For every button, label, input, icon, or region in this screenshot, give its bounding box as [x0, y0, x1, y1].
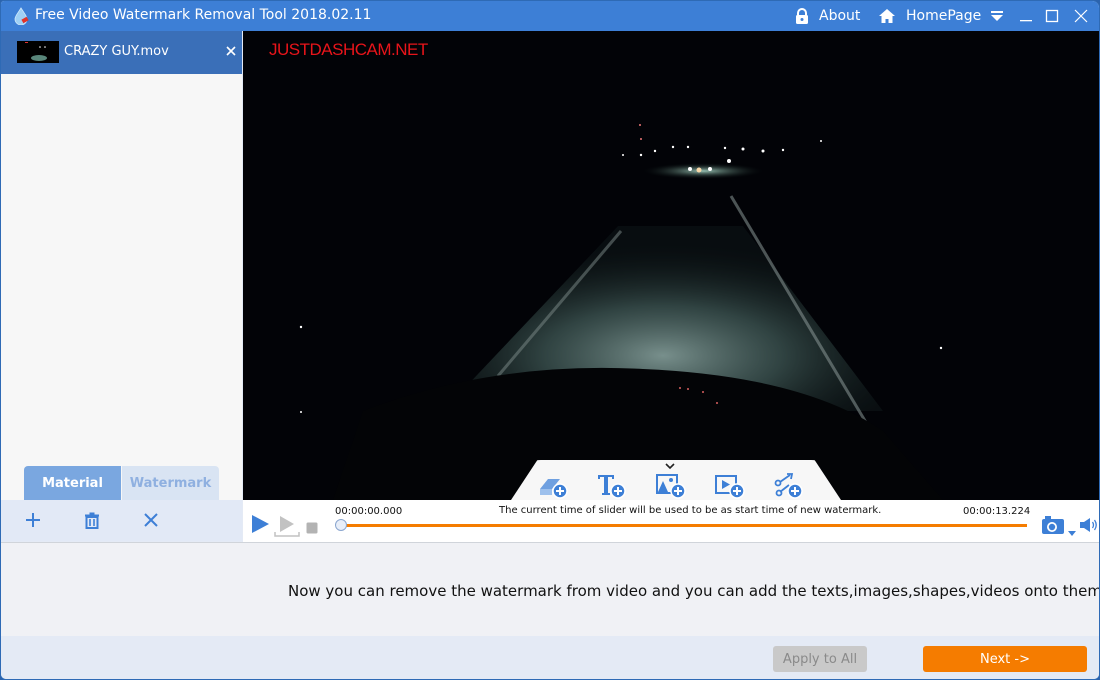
file-list-item[interactable]: CRAZY GUY.mov — [1, 31, 242, 74]
homepage-label: HomePage — [906, 8, 982, 24]
dropdown-menu-icon — [991, 11, 1003, 21]
slider-hint: The current time of slider will be used … — [499, 505, 882, 516]
apply-to-all-button[interactable]: Apply to All — [773, 646, 867, 672]
stop-icon — [306, 522, 318, 534]
video-frame — [243, 31, 1099, 500]
video-add-icon — [715, 475, 745, 499]
clear-files-button[interactable] — [141, 510, 161, 530]
add-video-tool[interactable] — [715, 471, 745, 499]
close-window-button[interactable] — [1071, 6, 1091, 26]
maximize-icon — [1045, 9, 1059, 23]
maximize-button[interactable] — [1042, 6, 1062, 26]
add-text-tool[interactable] — [597, 471, 627, 499]
minimize-button[interactable] — [1016, 6, 1036, 26]
about-button[interactable]: About — [795, 1, 860, 31]
homepage-button[interactable]: HomePage — [878, 1, 981, 31]
video-thumbnail — [17, 41, 59, 63]
title-bar: Free Video Watermark Removal Tool 2018.0… — [1, 1, 1099, 31]
about-label: About — [819, 8, 861, 24]
delete-file-button[interactable] — [82, 510, 102, 530]
timeline-slider-thumb[interactable] — [335, 519, 347, 531]
tab-watermark[interactable]: Watermark — [122, 466, 219, 500]
text-add-icon — [598, 475, 626, 499]
caret-down-icon — [1068, 531, 1076, 536]
add-shape-tool[interactable] — [774, 471, 804, 499]
player-controls: 00:00:00.000 The current time of slider … — [243, 500, 1099, 542]
shape-add-icon — [774, 473, 803, 499]
volume-button[interactable] — [1079, 517, 1099, 537]
home-icon — [879, 9, 895, 23]
image-add-icon — [656, 474, 686, 499]
end-time: 00:00:13.224 — [963, 506, 1031, 517]
footer-bar: Apply to All Next -> — [1, 636, 1099, 679]
play-preview-icon — [274, 516, 300, 537]
window-title: Free Video Watermark Removal Tool 2018.0… — [35, 7, 372, 23]
remove-watermark-tool[interactable] — [538, 471, 568, 499]
material-panel: CRAZY GUY.mov Material Watermark — [1, 31, 242, 541]
close-icon — [226, 46, 236, 56]
close-icon — [1074, 9, 1088, 23]
snapshot-options-button[interactable] — [1068, 522, 1076, 541]
tab-material[interactable]: Material — [24, 466, 121, 500]
volume-icon — [1080, 518, 1097, 532]
timeline-slider[interactable] — [340, 524, 1027, 527]
instruction-area: Now you can remove the watermark from vi… — [1, 543, 1100, 636]
instruction-message: Now you can remove the watermark from vi… — [288, 582, 1100, 600]
panel-tabs: Material Watermark — [24, 466, 219, 500]
play-segment-button[interactable] — [274, 514, 300, 542]
plus-icon — [26, 513, 40, 527]
current-time: 00:00:00.000 — [335, 506, 403, 517]
play-button[interactable] — [250, 514, 270, 538]
chevron-down-icon[interactable] — [665, 462, 675, 470]
add-file-button[interactable] — [23, 510, 43, 530]
snapshot-button[interactable] — [1041, 515, 1065, 539]
lock-icon — [796, 8, 808, 24]
eraser-add-icon — [540, 479, 568, 499]
dropdown-menu-button[interactable] — [987, 6, 1007, 26]
minimize-icon — [1020, 20, 1032, 22]
close-icon — [144, 513, 158, 527]
material-toolbar — [1, 500, 242, 541]
remove-file-button[interactable] — [223, 42, 239, 60]
stop-button[interactable] — [306, 519, 318, 538]
video-overlay-watermark: JUSTDASHCAM.NET — [269, 40, 428, 59]
play-icon — [252, 515, 269, 533]
camera-icon — [1042, 516, 1064, 534]
app-window: Free Video Watermark Removal Tool 2018.0… — [0, 0, 1100, 680]
water-drop-icon — [14, 7, 29, 25]
trash-icon — [85, 512, 99, 529]
add-image-tool[interactable] — [656, 471, 686, 499]
file-name: CRAZY GUY.mov — [64, 44, 169, 59]
video-preview[interactable]: JUSTDASHCAM.NET — [243, 31, 1099, 500]
next-button[interactable]: Next -> — [923, 646, 1087, 672]
